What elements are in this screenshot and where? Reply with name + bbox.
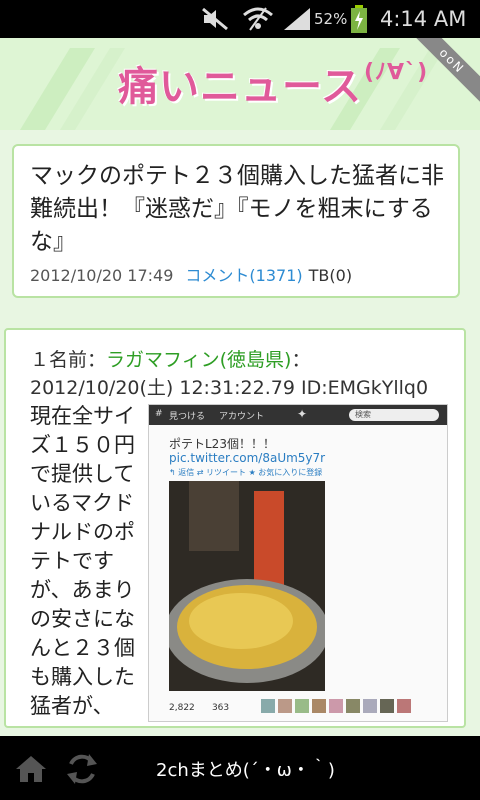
avatar bbox=[329, 699, 343, 713]
mute-icon bbox=[200, 0, 230, 38]
article-meta: 2012/10/20 17:49 コメント(1371) TB(0) bbox=[30, 262, 352, 286]
logo-main-text: 痛いニュース bbox=[118, 64, 362, 110]
tweet-search-box: 検索 bbox=[349, 409, 439, 421]
bottom-bar: 2chまとめ(´・ω・｀) bbox=[0, 736, 480, 800]
tweet-actions: ↰ 返信 ⇄ リツイート ★ お気に入りに登録 bbox=[169, 468, 323, 477]
trackback-count: TB(0) bbox=[308, 266, 353, 285]
article-card[interactable]: マックのポテト２３個購入した猛者に非難続出！『迷惑だ』『モノを粗末にするな』 2… bbox=[12, 144, 460, 298]
tweet-bar-find: 見つける bbox=[169, 412, 206, 422]
post-card: １名前：ラガマフィン(徳島県)：2012/10/20(土) 12:31:22.7… bbox=[4, 328, 466, 728]
status-bar: 52% 4:14 AM bbox=[0, 0, 480, 38]
avatar bbox=[295, 699, 309, 713]
avatar bbox=[397, 699, 411, 713]
comments-link[interactable]: コメント(1371) bbox=[185, 266, 302, 285]
clock: 4:14 AM bbox=[380, 7, 467, 31]
retweet-count: 2,822 bbox=[169, 703, 195, 713]
twitter-bird-icon: ✦ bbox=[297, 407, 308, 421]
favorite-count: 363 bbox=[211, 703, 230, 713]
tweet-text: ポテトL23個！！！ bbox=[169, 437, 275, 451]
avatar bbox=[278, 699, 292, 713]
wifi-icon bbox=[242, 0, 274, 38]
app-title: 2chまとめ(´・ω・｀) bbox=[156, 760, 335, 781]
fries-photo bbox=[169, 481, 325, 691]
home-icon[interactable] bbox=[14, 754, 48, 788]
tweet-counts: 2,822 363 bbox=[169, 703, 229, 713]
poster-name[interactable]: ラガマフィン(徳島県) bbox=[106, 349, 291, 371]
avatar bbox=[346, 699, 360, 713]
article-date: 2012/10/20 17:49 bbox=[30, 266, 174, 285]
tweet-link: pic.twitter.com/8aUm5y7r bbox=[169, 451, 326, 465]
tweet-screenshot[interactable]: # 見つける アカウント ✦ 検索 ポテトL23個！！！ pic.twitter… bbox=[148, 404, 448, 722]
post-header: １名前：ラガマフィン(徳島県)：2012/10/20(土) 12:31:22.7… bbox=[30, 346, 450, 402]
avatar bbox=[312, 699, 326, 713]
battery-percent: 52% bbox=[314, 10, 348, 28]
tweet-top-bar: # 見つける アカウント ✦ 検索 bbox=[149, 405, 447, 425]
tweet-bar-account: アカウント bbox=[219, 412, 265, 422]
site-logo: 痛いニュース(ﾉ∀`) bbox=[118, 54, 428, 112]
tweet-avatars bbox=[261, 699, 431, 715]
logo-sub-text: (ﾉ∀`) bbox=[364, 60, 429, 85]
signal-icon bbox=[282, 0, 312, 38]
refresh-icon[interactable] bbox=[64, 752, 100, 790]
site-banner[interactable]: 痛いニュース(ﾉ∀`) ooN bbox=[0, 38, 480, 130]
avatar bbox=[380, 699, 394, 713]
post-number: １名前： bbox=[30, 349, 107, 371]
avatar bbox=[261, 699, 275, 713]
battery-charging-icon bbox=[350, 0, 368, 38]
article-title: マックのポテト２３個購入した猛者に非難続出！『迷惑だ』『モノを粗末にするな』 bbox=[30, 163, 444, 255]
post-body: 現在全サイズ１５０円で提供しているマクドナルドのポテトですが、あまりの安さになん… bbox=[30, 404, 135, 718]
twitter-hash-icon: # bbox=[155, 409, 163, 419]
avatar bbox=[363, 699, 377, 713]
